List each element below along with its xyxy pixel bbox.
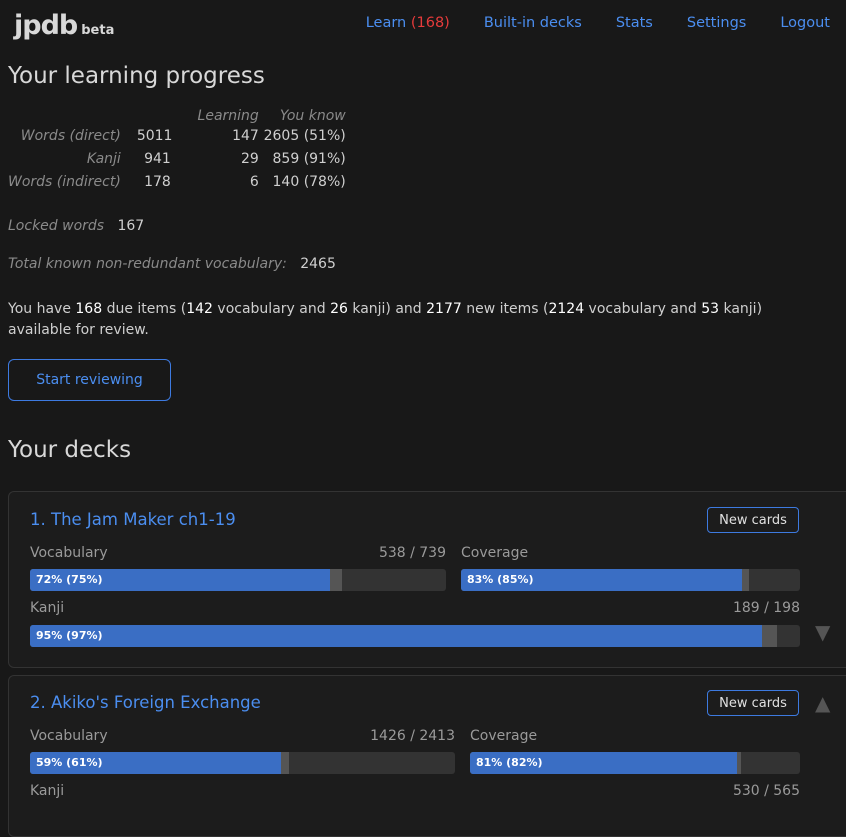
kanji-bar: 95% (97%) bbox=[30, 625, 800, 647]
coverage-label: Coverage bbox=[470, 728, 538, 744]
deck-title[interactable]: 2. Akiko's Foreign Exchange bbox=[30, 693, 261, 712]
new-cards-button[interactable]: New cards bbox=[707, 690, 799, 716]
coverage-bar: 83% (85%) bbox=[461, 569, 800, 591]
coverage-label: Coverage bbox=[461, 545, 529, 561]
coverage-bar: 81% (82%) bbox=[470, 752, 800, 774]
kanji-count: 530 / 565 bbox=[732, 783, 800, 799]
table-row: Words (direct) 5011 147 2605 (51%) bbox=[20, 127, 346, 144]
locked-words: Locked words 167 bbox=[8, 218, 145, 234]
vocab-bar: 59% (61%) bbox=[30, 752, 455, 774]
progress-table: Learning You know Words (direct) 5011 147 26… bbox=[8, 108, 346, 193]
deck-title[interactable]: 1. The Jam Maker ch1-19 bbox=[30, 510, 236, 529]
total-known: Total known non-redundant vocabulary: 24… bbox=[8, 256, 336, 272]
deck-card: 2. Akiko's Foreign Exchange New cards ▲ … bbox=[8, 675, 846, 837]
move-down-icon[interactable]: ▼ bbox=[815, 620, 830, 644]
vocab-label: Vocabulary bbox=[30, 545, 108, 561]
nav: Learn (168) Built-in decks Stats Setting… bbox=[366, 15, 830, 31]
nav-logout[interactable]: Logout bbox=[780, 15, 830, 31]
nav-stats[interactable]: Stats bbox=[616, 15, 653, 31]
vocab-label: Vocabulary bbox=[30, 728, 108, 744]
vocab-bar: 72% (75%) bbox=[30, 569, 446, 591]
logo[interactable]: jpdb beta bbox=[14, 10, 114, 41]
due-summary: You have 168 due items (142 vocabulary a… bbox=[8, 301, 763, 338]
kanji-count: 189 / 198 bbox=[732, 600, 800, 616]
start-reviewing-button[interactable]: Start reviewing bbox=[8, 359, 171, 401]
vocab-count: 1426 / 2413 bbox=[370, 728, 455, 744]
new-cards-button[interactable]: New cards bbox=[707, 507, 799, 533]
nav-settings[interactable]: Settings bbox=[687, 15, 746, 31]
kanji-label: Kanji bbox=[30, 600, 65, 616]
nav-built-in-decks[interactable]: Built-in decks bbox=[484, 15, 582, 31]
deck-card: 1. The Jam Maker ch1-19 New cards Vocabu… bbox=[8, 491, 846, 668]
table-row: Kanji 941 29 859 (91%) bbox=[86, 150, 346, 167]
move-up-icon[interactable]: ▲ bbox=[815, 691, 830, 715]
table-row: Words (indirect) 178 6 140 (78%) bbox=[8, 173, 346, 190]
vocab-count: 538 / 739 bbox=[378, 545, 446, 561]
nav-learn[interactable]: Learn (168) bbox=[366, 15, 450, 31]
kanji-label: Kanji bbox=[30, 783, 65, 799]
decks-title: Your decks bbox=[8, 437, 132, 463]
page-title: Your learning progress bbox=[8, 63, 265, 89]
